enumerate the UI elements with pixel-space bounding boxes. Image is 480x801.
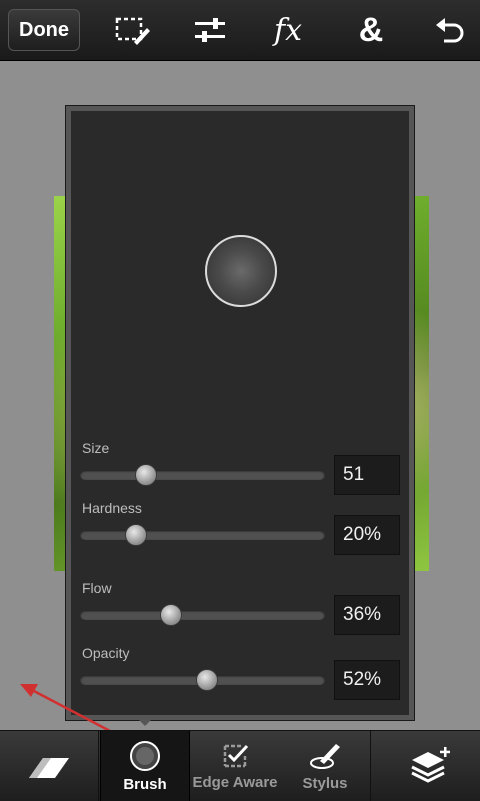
eraser-tool[interactable]: [0, 731, 98, 801]
add-layer-button[interactable]: [380, 731, 480, 801]
bottom-toolbar: Brush Edge Aware Stylus: [0, 730, 480, 801]
edge-aware-label: Edge Aware: [192, 773, 278, 791]
stylus-icon: [310, 743, 340, 769]
layers-add-icon: [411, 747, 450, 783]
toolbar-divider: [98, 731, 99, 801]
annotation-arrow: [20, 684, 151, 754]
stylus-label: Stylus: [302, 774, 348, 792]
brush-icon: [130, 740, 160, 771]
edge-aware-icon: [223, 744, 249, 767]
brush-tab[interactable]: Brush: [100, 731, 190, 801]
eraser-icon: [29, 758, 69, 778]
toolbar-divider: [370, 731, 371, 801]
brush-tab-label: Brush: [123, 775, 167, 793]
stylus-tab[interactable]: Stylus: [282, 731, 368, 801]
edge-aware-tab[interactable]: Edge Aware: [190, 731, 280, 801]
